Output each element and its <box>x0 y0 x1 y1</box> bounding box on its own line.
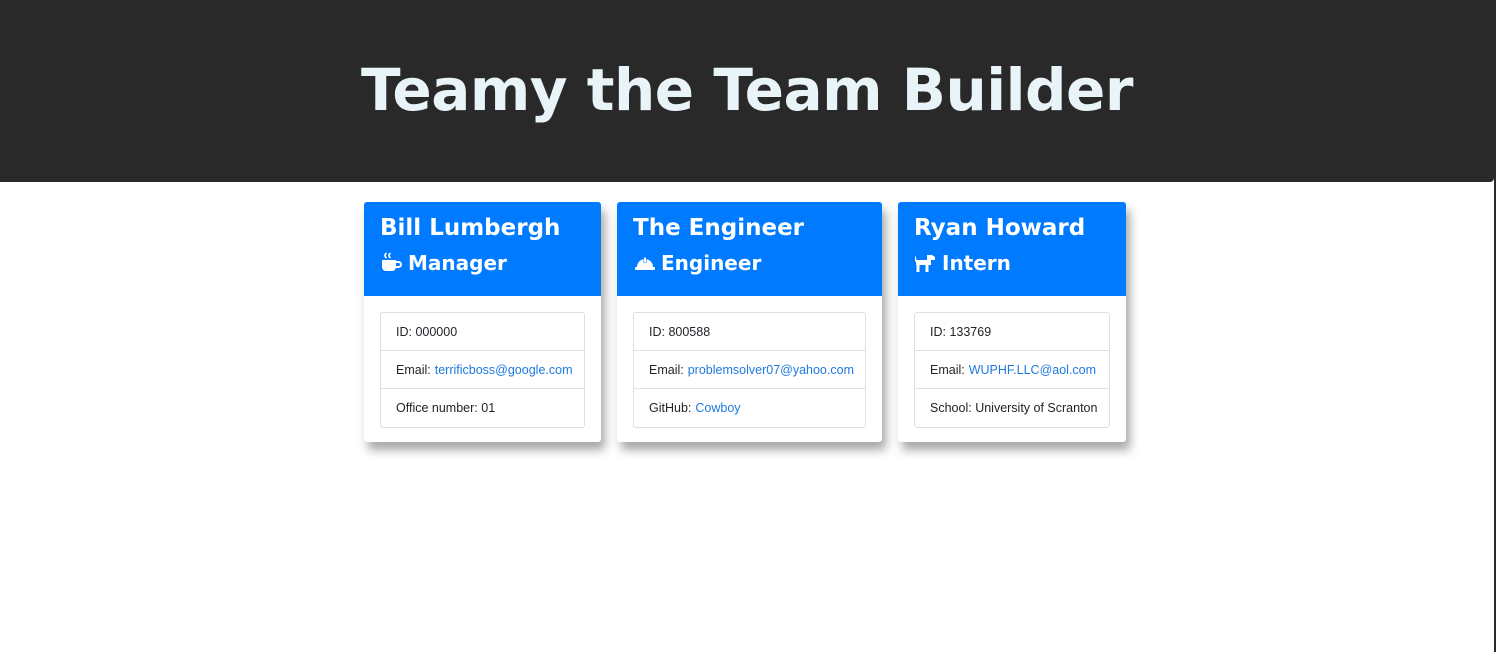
id-row: ID: 800588 <box>634 313 865 351</box>
email-link[interactable]: WUPHF.LLC@aol.com <box>969 363 1096 377</box>
id-row: ID: 000000 <box>381 313 584 351</box>
card-header: The Engineer Engineer <box>617 202 882 296</box>
email-row: Email: terrificboss@google.com <box>381 351 584 389</box>
role-label: Manager <box>408 251 507 275</box>
dog-icon <box>914 251 938 275</box>
employee-name: Bill Lumbergh <box>380 215 561 241</box>
employee-name: Ryan Howard <box>914 215 1086 241</box>
card-header: Ryan Howard Intern <box>898 202 1126 296</box>
email-label: Email: <box>396 362 431 377</box>
role-label: Intern <box>942 251 1011 275</box>
office-number-label: Office number: <box>396 401 478 415</box>
employee-card-engineer: The Engineer Engineer ID: 800588 Email: … <box>617 202 882 442</box>
page-title: Teamy the Team Builder <box>361 56 1134 124</box>
office-number-row: Office number: 01 <box>381 389 584 427</box>
card-body: ID: 133769 Email: WUPHF.LLC@aol.com Scho… <box>898 296 1126 442</box>
id-row: ID: 133769 <box>915 313 1109 351</box>
employee-card-intern: Ryan Howard Intern ID: 133769 Email: WUP… <box>898 202 1126 442</box>
email-label: Email: <box>930 362 965 377</box>
school-row: School: University of Scranton <box>915 389 1109 427</box>
github-row: GitHub: Cowboy <box>634 389 865 427</box>
employee-card-manager: Bill Lumbergh Manager ID: 000000 Email: … <box>364 202 601 442</box>
employee-role: Manager <box>380 250 585 276</box>
email-link[interactable]: problemsolver07@yahoo.com <box>688 363 854 377</box>
page-header: Teamy the Team Builder <box>0 0 1494 182</box>
id-text: ID: 000000 <box>396 324 458 339</box>
info-list: ID: 133769 Email: WUPHF.LLC@aol.com Scho… <box>914 312 1110 428</box>
employee-role: Intern <box>914 250 1110 276</box>
email-row: Email: problemsolver07@yahoo.com <box>634 351 865 389</box>
card-body: ID: 800588 Email: problemsolver07@yahoo.… <box>617 296 882 442</box>
card-body: ID: 000000 Email: terrificboss@google.co… <box>364 296 601 442</box>
office-number-value: 01 <box>481 401 496 415</box>
page: Teamy the Team Builder Bill Lumbergh Man… <box>0 0 1496 652</box>
coffee-mug-icon <box>380 251 404 275</box>
info-list: ID: 000000 Email: terrificboss@google.co… <box>380 312 585 428</box>
id-text: ID: 800588 <box>649 324 711 339</box>
employee-role: Engineer <box>633 250 866 276</box>
info-list: ID: 800588 Email: problemsolver07@yahoo.… <box>633 312 866 428</box>
github-label: GitHub: <box>649 401 692 415</box>
school-value: University of Scranton <box>975 401 1098 415</box>
school-label: School: <box>930 401 972 415</box>
role-label: Engineer <box>661 251 762 275</box>
email-row: Email: WUPHF.LLC@aol.com <box>915 351 1109 389</box>
email-link[interactable]: terrificboss@google.com <box>435 363 573 377</box>
employee-name: The Engineer <box>633 215 805 241</box>
card-header: Bill Lumbergh Manager <box>364 202 601 296</box>
github-link[interactable]: Cowboy <box>695 401 740 415</box>
hard-hat-icon <box>633 251 657 275</box>
email-label: Email: <box>649 362 684 377</box>
id-text: ID: 133769 <box>930 324 992 339</box>
